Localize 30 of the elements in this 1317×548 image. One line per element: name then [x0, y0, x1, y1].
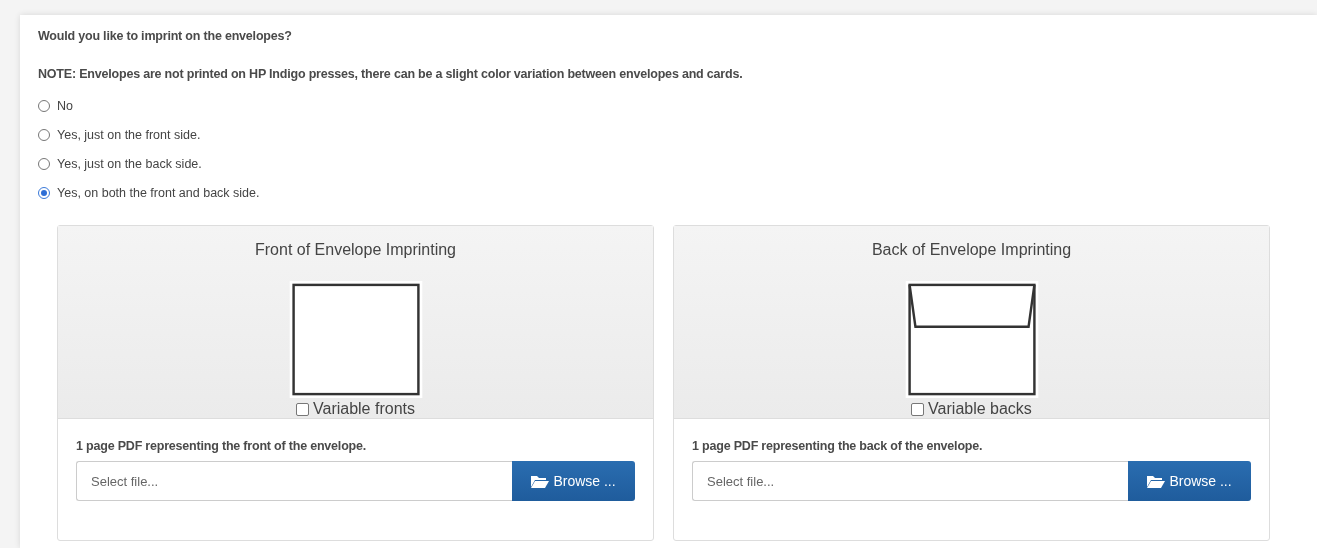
envelope-icon	[903, 281, 1040, 398]
radio-icon[interactable]	[38, 99, 50, 112]
file-label: 1 page PDF representing the front of the envelope.	[76, 439, 368, 453]
radio-icon[interactable]	[38, 186, 50, 199]
checkbox-label: Variable fronts	[313, 400, 415, 418]
folder-icon	[1147, 474, 1166, 488]
panel-title: Front of Envelope Imprinting	[255, 241, 456, 259]
option-label: Yes, just on the front side.	[57, 127, 201, 142]
browse-button[interactable]: Browse ...	[512, 461, 635, 501]
note-text: NOTE: Envelopes are not printed on HP Indigo presses, there can be a slight color variation between envelopes and cards.	[38, 67, 744, 81]
radio-icon[interactable]	[38, 157, 50, 170]
envelope-icon	[287, 281, 424, 398]
radio-option[interactable]: Yes, on both the front and back side.	[38, 178, 1299, 207]
checkbox[interactable]	[911, 402, 925, 416]
radio-icon[interactable]	[38, 128, 50, 141]
option-label: No	[57, 98, 73, 113]
file-label: 1 page PDF representing the back of the envelope.	[692, 439, 984, 453]
file-field[interactable]: Select file...	[76, 461, 512, 501]
radio-option[interactable]: No	[38, 91, 1299, 120]
file-field[interactable]: Select file...	[692, 461, 1128, 501]
folder-icon	[531, 474, 550, 488]
browse-button[interactable]: Browse ...	[1128, 461, 1251, 501]
radio-option[interactable]: Yes, just on the back side.	[38, 149, 1299, 178]
checkbox-label: Variable backs	[928, 400, 1032, 418]
option-label: Yes, on both the front and back side.	[57, 185, 260, 200]
option-label: Yes, just on the back side.	[57, 156, 202, 171]
panel-title: Back of Envelope Imprinting	[871, 241, 1072, 259]
checkbox[interactable]	[296, 402, 309, 416]
radio-option[interactable]: Yes, just on the front side.	[38, 120, 1299, 149]
question-text: Would you like to imprint on the envelopes?	[38, 29, 293, 43]
